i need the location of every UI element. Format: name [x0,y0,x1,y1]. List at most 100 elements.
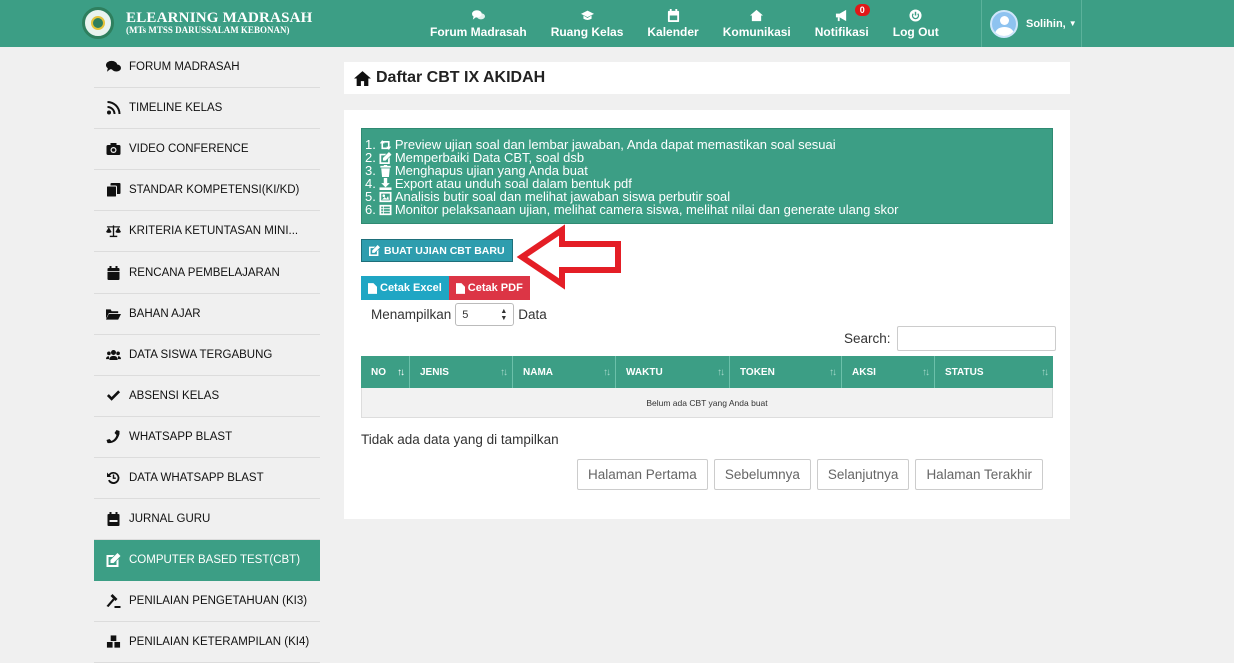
rss-icon [105,101,121,115]
column-label: WAKTU [626,366,663,378]
sidebar-item-label: DATA SISWA TERGABUNG [129,348,273,361]
next-page-button[interactable]: Selanjutnya [816,459,910,490]
column-label: NO [371,366,386,378]
sidebar-item-kriteria-ketuntasan[interactable]: KRITERIA KETUNTASAN MINI... [94,211,320,253]
first-page-button[interactable]: Halaman Pertama [577,459,708,490]
sidebar: FORUM MADRASAH TIMELINE KELAS VIDEO CONF… [94,47,320,663]
sidebar-item-forum-madrasah[interactable]: FORUM MADRASAH [94,47,320,89]
nav-label: Notifikasi [814,25,869,39]
sidebar-item-label: KRITERIA KETUNTASAN MINI... [129,225,299,238]
print-excel-button[interactable]: Cetak Excel [361,276,449,300]
image-icon [379,191,392,202]
sidebar-item-label: ABSENSI KELAS [129,389,220,402]
home-icon [354,70,371,86]
sidebar-item-label: PENILAIAN PENGETAHUAN (KI3) [129,595,308,608]
list-icon [379,204,392,215]
calendar-week-icon [105,512,121,527]
sidebar-item-label: DATA WHATSAPP BLAST [129,471,264,484]
brand[interactable]: ELEARNING MADRASAH (MTs MTSS DARUSSALAM … [82,6,313,40]
trash-icon [380,164,391,177]
sidebar-item-standar-kompetensi[interactable]: STANDAR KOMPETENSI(KI/KD) [94,170,320,212]
sidebar-item-computer-based-test[interactable]: COMPUTER BASED TEST(CBT) [94,540,320,582]
edit-icon [379,151,392,164]
sidebar-item-rencana-pembelajaran[interactable]: RENCANA PEMBELAJARAN [94,252,320,294]
page-length-select[interactable]: 5 ▲ ▼ [455,303,515,326]
nav-ruang-kelas[interactable]: Ruang Kelas [539,0,636,47]
users-icon [105,348,121,362]
nav-log-out[interactable]: Log Out [881,0,951,47]
top-navbar: ELEARNING MADRASAH (MTs MTSS DARUSSALAM … [0,0,1234,47]
column-header-no[interactable]: NO ↑↓ [361,356,410,388]
print-excel-label: Cetak Excel [380,282,442,294]
sort-icon: ↑↓ [922,367,930,378]
chevron-down-icon: ▼ [1068,19,1077,28]
last-page-button[interactable]: Halaman Terakhir [915,459,1043,490]
comments-icon [471,8,485,22]
sidebar-item-data-siswa-tergabung[interactable]: DATA SISWA TERGABUNG [94,335,320,376]
nav-kalender[interactable]: Kalender [635,0,710,47]
sidebar-item-jurnal-guru[interactable]: JURNAL GURU [94,499,320,541]
page-length-value: 5 [462,308,469,321]
sidebar-item-label: FORUM MADRASAH [129,61,240,74]
sidebar-item-label: PENILAIAN KETERAMPILAN (KI4) [129,636,310,649]
previous-page-button[interactable]: Sebelumnya [713,459,811,490]
nav-forum-madrasah[interactable]: Forum Madrasah [418,0,539,47]
column-header-status[interactable]: STATUS ↑↓ [935,356,1053,388]
info-box: 1. Preview ujian soal dan lembar jawaban… [361,128,1053,224]
madrasah-logo [82,7,114,39]
sidebar-item-label: JURNAL GURU [129,513,211,526]
edit-icon [369,245,380,256]
sidebar-item-timeline-kelas[interactable]: TIMELINE KELAS [94,88,320,130]
search-input[interactable] [896,326,1056,351]
power-icon [909,8,923,22]
sidebar-item-label: TIMELINE KELAS [129,102,223,115]
new-cbt-label: BUAT UJIAN CBT BARU [384,244,505,257]
sidebar-item-penilaian-pengetahuan[interactable]: PENILAIAN PENGETAHUAN (KI3) [94,581,320,623]
history-icon [105,471,121,485]
column-header-nama[interactable]: NAMA ↑↓ [513,356,616,388]
page-length-control: Menampilkan 5 ▲ ▼ Data [371,303,547,326]
sidebar-item-label: RENCANA PEMBELAJARAN [129,266,280,279]
table-header: NO ↑↓ JENIS ↑↓ NAMA ↑↓ WAKTU ↑↓ TOKEN ↑↓ AKSI… [361,356,1053,388]
sidebar-item-whatsapp-blast[interactable]: WHATSAPP BLAST [94,417,320,458]
column-header-token[interactable]: TOKEN ↑↓ [730,356,842,388]
camera-icon [105,142,121,156]
nav-notifikasi[interactable]: Notifikasi 0 [803,0,881,47]
sort-icon: ↑↓ [1041,367,1049,378]
export-buttons: Cetak Excel Cetak PDF [361,276,530,300]
length-prefix: Menampilkan [371,307,452,322]
cbt-table: NO ↑↓ JENIS ↑↓ NAMA ↑↓ WAKTU ↑↓ TOKEN ↑↓ AKSI… [361,356,1053,418]
sidebar-item-label: VIDEO CONFERENCE [129,143,249,156]
column-header-jenis[interactable]: JENIS ↑↓ [410,356,513,388]
sidebar-item-penilaian-keterampilan[interactable]: PENILAIAN KETERAMPILAN (KI4) [94,622,320,663]
sidebar-item-label: STANDAR KOMPETENSI(KI/KD) [129,184,300,197]
nav-label: Kalender [647,25,699,39]
sidebar-item-bahan-ajar[interactable]: BAHAN AJAR [94,294,320,335]
app-title: ELEARNING MADRASAH [126,9,313,26]
sidebar-item-absensi-kelas[interactable]: ABSENSI KELAS [94,376,320,417]
column-label: JENIS [420,366,449,378]
column-header-waktu[interactable]: WAKTU ↑↓ [616,356,730,388]
nav-komunikasi[interactable]: Komunikasi [711,0,803,47]
red-arrow-annotation [516,224,621,290]
sidebar-item-video-conference[interactable]: VIDEO CONFERENCE [94,129,320,171]
sort-icon: ↑↓ [397,367,405,378]
sort-icon: ↑↓ [603,367,611,378]
column-label: STATUS [945,366,984,378]
column-header-aksi[interactable]: AKSI ↑↓ [842,356,935,388]
file-icon [455,282,465,294]
folder-open-icon [105,307,121,321]
phone-icon [105,429,121,444]
page-header: Daftar CBT IX AKIDAH [344,62,1070,94]
sidebar-item-data-whatsapp-blast[interactable]: DATA WHATSAPP BLAST [94,458,320,500]
nav-label: Forum Madrasah [430,25,527,39]
column-label: TOKEN [740,366,775,378]
balance-scale-icon [105,224,121,238]
edit-icon [105,553,121,568]
new-cbt-button[interactable]: BUAT UJIAN CBT BARU [361,239,513,262]
user-menu[interactable]: Solihin, ▼ [981,0,1082,47]
table-info: Tidak ada data yang di tampilkan [361,432,559,447]
print-pdf-button[interactable]: Cetak PDF [448,276,530,300]
app-subtitle: (MTs MTSS DARUSSALAM KEBONAN) [126,25,290,36]
notification-badge: 0 [854,4,870,16]
